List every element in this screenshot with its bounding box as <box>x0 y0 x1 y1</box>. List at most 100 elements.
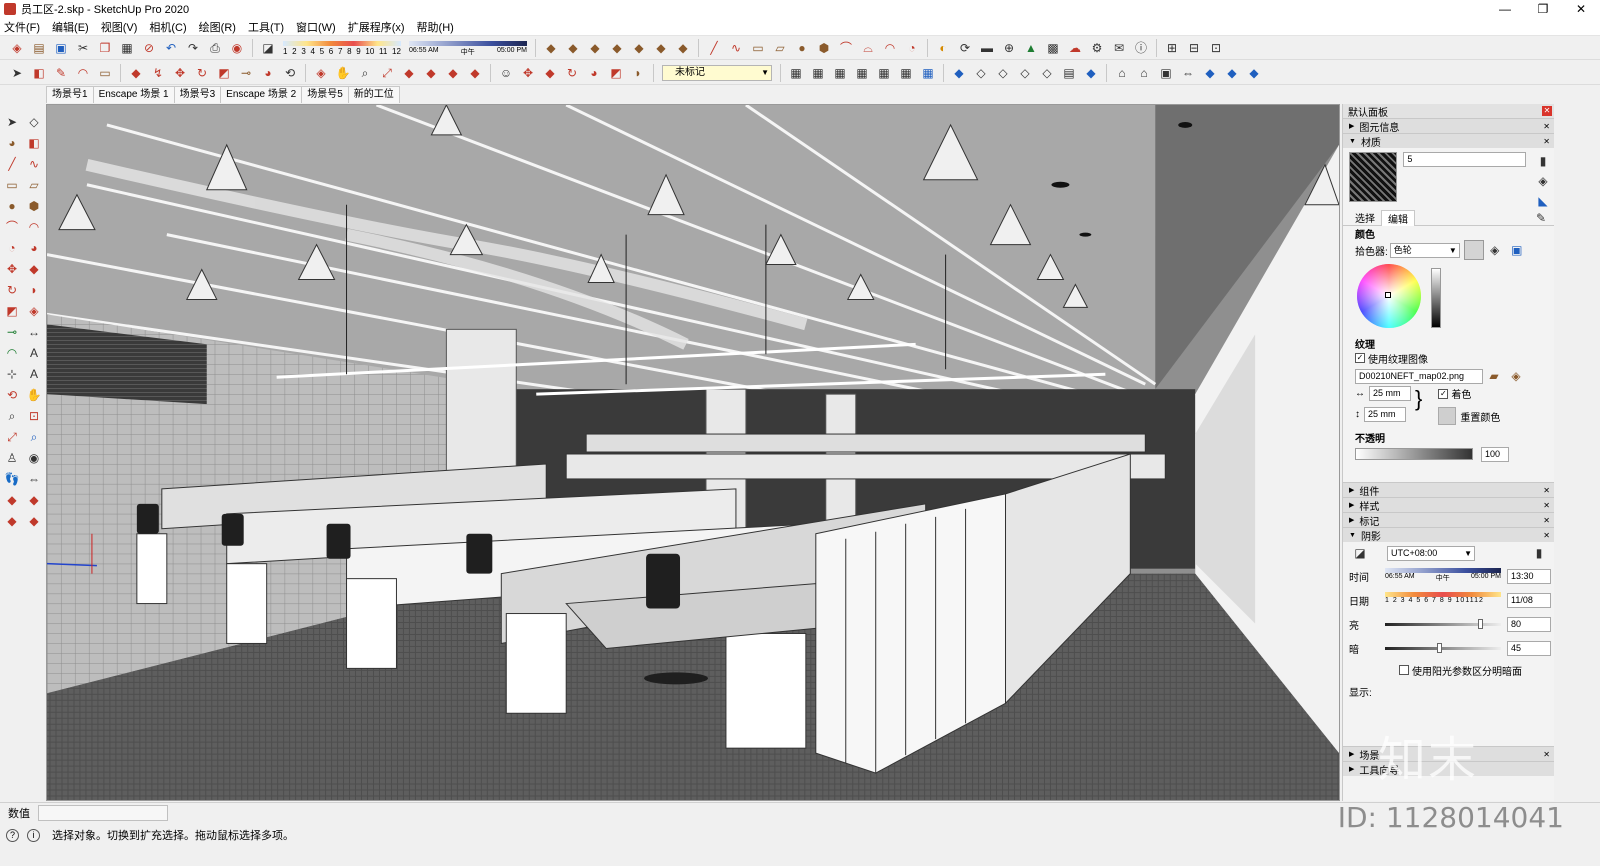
section-styles[interactable]: ▶ 样式 ✕ <box>1343 497 1554 513</box>
colorize-checkbox[interactable]: ✓ <box>1438 388 1449 399</box>
match-color-screen-icon[interactable]: ▣ <box>1508 241 1526 259</box>
edit-texture-icon[interactable]: ◈ <box>1507 367 1525 385</box>
follow-me-side-icon[interactable]: ◗ <box>25 281 43 299</box>
zoom-window-side-icon[interactable]: ⊡ <box>25 407 43 425</box>
house-outline-icon[interactable]: ⌂ <box>1135 64 1153 82</box>
match-color-model-icon[interactable]: ◈ <box>1486 241 1504 259</box>
opacity-field[interactable]: 100 <box>1481 446 1509 462</box>
light-field[interactable]: 80 <box>1507 616 1551 632</box>
shaded-icon[interactable]: ▦ <box>897 64 915 82</box>
menu-extensions[interactable]: 扩展程序(x) <box>348 19 405 35</box>
circle-icon[interactable]: ● <box>793 39 811 57</box>
zoom-icon[interactable]: ⌕ <box>356 64 374 82</box>
solid-subtract-side-icon[interactable]: ◆ <box>25 491 43 509</box>
use-texture-checkbox[interactable]: ✓ <box>1355 353 1365 363</box>
rect-draw-icon[interactable]: ▭ <box>96 64 114 82</box>
tab-scene-5[interactable]: 场景号5 <box>301 86 349 103</box>
settings-gear-icon[interactable]: ⚙ <box>1088 39 1106 57</box>
freehand-side-icon[interactable]: ∿ <box>25 155 43 173</box>
minimize-button[interactable]: — <box>1486 0 1524 18</box>
iso-cube-icon[interactable]: ◇ <box>972 64 990 82</box>
monochrome-icon[interactable]: ◆ <box>950 64 968 82</box>
opacity-slider[interactable] <box>1355 448 1473 460</box>
line-side-icon[interactable]: ╱ <box>3 155 21 173</box>
component-make-icon[interactable]: ◇ <box>25 113 43 131</box>
dark-slider[interactable] <box>1385 642 1501 653</box>
house-icon[interactable]: ⌂ <box>1113 64 1131 82</box>
rectangle-icon[interactable]: ▭ <box>749 39 767 57</box>
scale-side-icon[interactable]: ◩ <box>3 302 21 320</box>
sun-shading-checkbox[interactable] <box>1399 665 1409 675</box>
back-edges-icon[interactable]: ▦ <box>831 64 849 82</box>
group-icon[interactable]: ◆ <box>422 64 440 82</box>
front-view-icon[interactable]: ◆ <box>586 39 604 57</box>
shadow-details-icon[interactable]: ▮ <box>1530 544 1548 562</box>
tape-side-icon[interactable]: ⊸ <box>3 323 21 341</box>
tab-edit[interactable]: 编辑 <box>1381 209 1415 226</box>
iso-view-icon[interactable]: ◆ <box>542 39 560 57</box>
follow-me-icon[interactable]: ↯ <box>149 64 167 82</box>
section-shadows[interactable]: ▼ 阴影 ✕ <box>1343 527 1554 543</box>
zoom-side-icon[interactable]: ⌕ <box>3 407 21 425</box>
push-pull-side-icon[interactable]: ◆ <box>25 260 43 278</box>
arc2-side-icon[interactable]: ◠ <box>25 218 43 236</box>
top-cube-icon[interactable]: ◇ <box>994 64 1012 82</box>
close-icon[interactable]: ✕ <box>1543 750 1550 759</box>
rotated-rect-side-icon[interactable]: ▱ <box>25 176 43 194</box>
pan-icon[interactable]: ✋ <box>334 64 352 82</box>
polygon-icon[interactable]: ⬢ <box>815 39 833 57</box>
arc3-side-icon[interactable]: ◔ <box>3 239 21 257</box>
arc-icon[interactable]: ⌒ <box>837 39 855 57</box>
user-icon[interactable]: ☺ <box>497 64 515 82</box>
shadow-toggle-icon[interactable]: ◪ <box>259 39 277 57</box>
box-icon[interactable]: ▣ <box>1157 64 1175 82</box>
material-swatch[interactable] <box>1349 152 1398 202</box>
menu-camera[interactable]: 相机(C) <box>149 19 186 35</box>
move-icon[interactable]: ✥ <box>171 64 189 82</box>
pencil-icon[interactable]: ✎ <box>52 64 70 82</box>
erase-icon[interactable]: ⊘ <box>140 39 158 57</box>
material-name-field[interactable]: 5 <box>1403 152 1526 167</box>
left-cube-icon[interactable]: ◆ <box>1082 64 1100 82</box>
right-cube-icon[interactable]: ◇ <box>1038 64 1056 82</box>
xray-icon[interactable]: ▦ <box>809 64 827 82</box>
arc-draw-icon[interactable]: ◠ <box>74 64 92 82</box>
shadow-date-slider-panel[interactable]: 1 2 3 4 5 6 7 8 9 101112 <box>1385 590 1501 610</box>
position-camera-side-icon[interactable]: ♙ <box>3 449 21 467</box>
section-side-icon[interactable]: ⇔ <box>25 470 43 488</box>
redo-icon[interactable]: ↷ <box>184 39 202 57</box>
close-icon[interactable]: ✕ <box>1543 516 1550 525</box>
model-info-icon[interactable]: ◉ <box>228 39 246 57</box>
shadow-time-slider[interactable]: 06:55 AM 中午 05:00 PM <box>409 39 527 57</box>
dimension-side-icon[interactable]: ↔ <box>25 323 43 341</box>
maximize-button[interactable]: ❐ <box>1524 0 1562 18</box>
look-around-side-icon[interactable]: ◉ <box>25 449 43 467</box>
menu-file[interactable]: 文件(F) <box>4 19 40 35</box>
paint-bucket-icon[interactable]: ◕ <box>259 64 277 82</box>
offset-side-icon[interactable]: ◈ <box>25 302 43 320</box>
tab-scene-1[interactable]: 场景号1 <box>46 86 94 103</box>
tray-close-icon[interactable]: ✕ <box>1542 106 1552 116</box>
rotate-side-icon[interactable]: ↻ <box>3 281 21 299</box>
display-secondary-icon[interactable]: ▮ <box>1534 152 1552 169</box>
dimension-icon[interactable]: ◆ <box>541 64 559 82</box>
picker-dropdown[interactable]: 色轮 ▼ <box>1389 242 1460 258</box>
enscape-settings-icon[interactable]: ◆ <box>1245 64 1263 82</box>
date-field[interactable]: 11/08 <box>1507 592 1551 608</box>
model-viewport[interactable] <box>46 104 1340 801</box>
protractor-icon[interactable]: ↻ <box>563 64 581 82</box>
reset-color-swatch[interactable] <box>1438 407 1457 425</box>
rect-side-icon[interactable]: ▭ <box>3 176 21 194</box>
enscape-sync-icon[interactable]: ◆ <box>1223 64 1241 82</box>
default-material-icon[interactable]: ◣ <box>1534 193 1552 210</box>
eraser-icon[interactable]: ◧ <box>30 64 48 82</box>
menu-tools[interactable]: 工具(T) <box>248 19 284 35</box>
section-tags[interactable]: ▶ 标记 ✕ <box>1343 512 1554 528</box>
section-plane-icon[interactable]: ◗ <box>629 64 647 82</box>
info-icon[interactable]: ⓘ <box>1132 39 1150 57</box>
time-field[interactable]: 13:30 <box>1507 568 1551 584</box>
brightness-slider[interactable] <box>1431 268 1441 328</box>
rotate-icon[interactable]: ↻ <box>193 64 211 82</box>
shadow-time-slider-panel[interactable]: 06:55 AM 中午 05:00 PM <box>1385 566 1501 586</box>
menu-draw[interactable]: 绘图(R) <box>199 19 236 35</box>
